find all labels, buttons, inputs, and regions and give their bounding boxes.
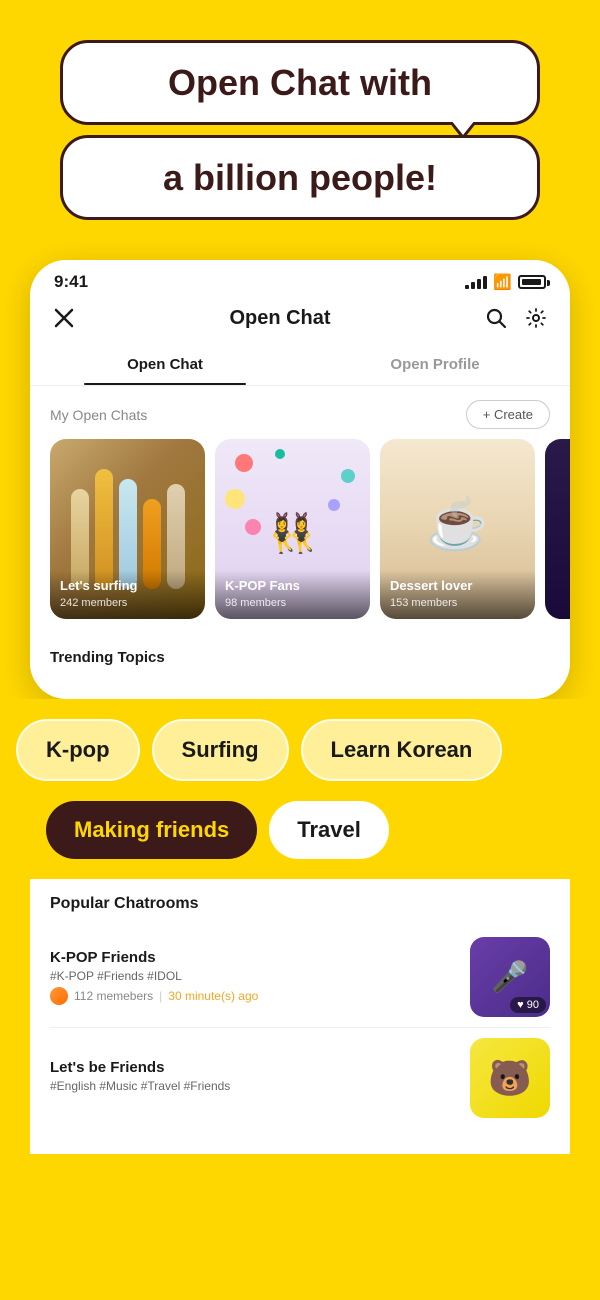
hero-text-1: Open Chat with — [168, 62, 432, 103]
pill-kpop[interactable]: K-pop — [16, 719, 140, 781]
bottom-section: Making friends Travel Popular Chatrooms … — [30, 801, 570, 1154]
status-bar: 9:41 📶 — [30, 260, 570, 296]
chatroom-thumb-friends: 🐻 — [470, 1038, 550, 1118]
chatroom-item-kpop-friends[interactable]: K-POP Friends #K-POP #Friends #IDOL 112 … — [50, 927, 550, 1028]
card-overlay-surfing: Let's surfing 242 members — [50, 570, 205, 619]
chatroom-item-lets-be-friends[interactable]: Let's be Friends #English #Music #Travel… — [50, 1028, 550, 1128]
pill-surfing[interactable]: Surfing — [152, 719, 289, 781]
card-members-kpop: 98 members — [225, 597, 286, 609]
hero-bubble-1: Open Chat with — [60, 40, 540, 125]
status-icons: 📶 — [465, 273, 546, 291]
card-name-kpop: K-POP Fans — [225, 578, 360, 593]
phone-mockup: 9:41 📶 Open Chat — [30, 260, 570, 699]
pill-making-friends[interactable]: Making friends — [46, 801, 257, 859]
chatroom-time-kpop: 30 minute(s) ago — [168, 989, 258, 1003]
app-header: Open Chat — [30, 296, 570, 344]
trending-section: Trending Topics — [30, 635, 570, 679]
pills-section: K-pop Surfing Learn Korean — [0, 699, 600, 801]
status-time: 9:41 — [54, 272, 88, 292]
card-members-dessert: 153 members — [390, 597, 457, 609]
hero-bubble-2: a billion people! — [60, 135, 540, 220]
chatroom-thumb-kpop: 🎤 ♥ 90 — [470, 937, 550, 1017]
member-avatar — [50, 987, 68, 1005]
chat-card-extra[interactable] — [545, 439, 570, 619]
card-members-surfing: 242 members — [60, 597, 127, 609]
hero-section: Open Chat with a billion people! — [0, 0, 600, 240]
tab-open-profile[interactable]: Open Profile — [300, 344, 570, 385]
chat-card-surfing[interactable]: Let's surfing 242 members — [50, 439, 205, 619]
wifi-icon: 📶 — [493, 273, 512, 291]
header-title: Open Chat — [229, 307, 330, 330]
search-button[interactable] — [482, 304, 510, 332]
popular-chatrooms-section: Popular Chatrooms K-POP Friends #K-POP #… — [30, 879, 570, 1144]
chatroom-name-kpop: K-POP Friends — [50, 949, 456, 966]
meta-divider: | — [159, 989, 162, 1003]
settings-button[interactable] — [522, 304, 550, 332]
battery-icon — [518, 275, 546, 289]
signal-icon — [465, 275, 487, 289]
chat-card-dessert[interactable]: ☕ Dessert lover 153 members — [380, 439, 535, 619]
card-name-surfing: Let's surfing — [60, 578, 195, 593]
chatroom-name-friends: Let's be Friends — [50, 1059, 456, 1076]
chatroom-tags-friends: #English #Music #Travel #Friends — [50, 1079, 456, 1093]
my-open-chats-header: My Open Chats + Create — [30, 386, 570, 439]
hero-text-2: a billion people! — [163, 157, 437, 198]
popular-title: Popular Chatrooms — [50, 895, 550, 913]
members-count-kpop: 112 memebers — [74, 989, 153, 1003]
chatroom-info-kpop: K-POP Friends #K-POP #Friends #IDOL 112 … — [50, 949, 456, 1005]
my-open-chats-label: My Open Chats — [50, 407, 147, 423]
pill-learn-korean[interactable]: Learn Korean — [301, 719, 503, 781]
pill-travel[interactable]: Travel — [269, 801, 389, 859]
close-button[interactable] — [50, 304, 78, 332]
chatroom-info-friends: Let's be Friends #English #Music #Travel… — [50, 1059, 456, 1097]
chatroom-meta-kpop: 112 memebers | 30 minute(s) ago — [50, 987, 456, 1005]
card-name-dessert: Dessert lover — [390, 578, 525, 593]
chat-card-kpop[interactable]: 👯‍♀️ K-POP Fans 98 members — [215, 439, 370, 619]
pills-row-2: Making friends Travel — [30, 801, 570, 879]
chat-cards-scroll[interactable]: Let's surfing 242 members 👯‍♀️ K-POP F — [30, 439, 570, 635]
heart-badge-kpop: ♥ 90 — [510, 997, 546, 1013]
tab-bar: Open Chat Open Profile — [30, 344, 570, 386]
header-actions — [482, 304, 550, 332]
trending-title: Trending Topics — [50, 649, 165, 666]
create-button[interactable]: + Create — [466, 400, 550, 429]
card-overlay-kpop: K-POP Fans 98 members — [215, 570, 370, 619]
card-overlay-dessert: Dessert lover 153 members — [380, 570, 535, 619]
chatroom-tags-kpop: #K-POP #Friends #IDOL — [50, 969, 456, 983]
tab-open-chat[interactable]: Open Chat — [30, 344, 300, 385]
